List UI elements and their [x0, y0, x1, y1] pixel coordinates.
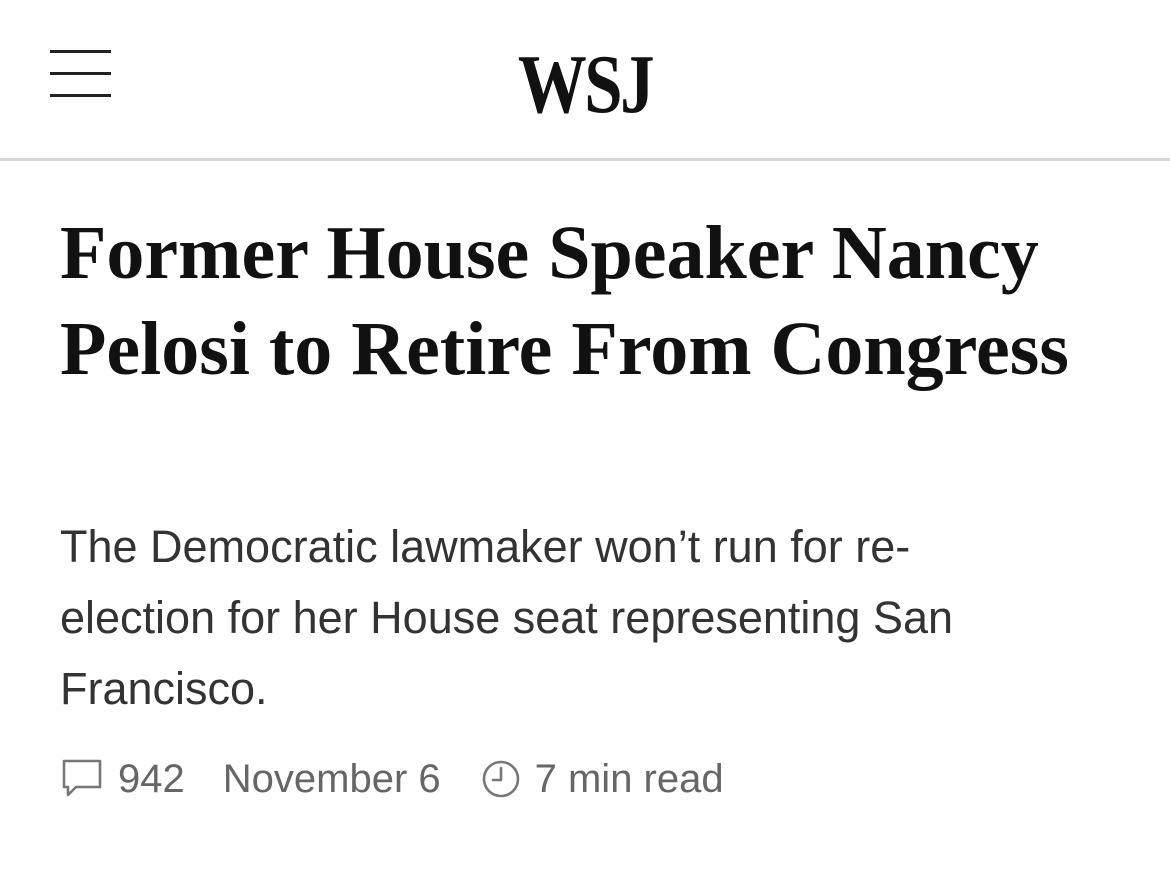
menu-bar-top — [50, 50, 111, 53]
menu-bar-middle — [50, 72, 111, 75]
comment-bubble-icon — [60, 757, 104, 801]
hamburger-menu-icon[interactable] — [50, 48, 112, 102]
comments-button[interactable]: 942 — [60, 757, 185, 802]
site-header: WSJ — [0, 0, 1170, 161]
read-time: 7 min read — [481, 757, 724, 802]
wsj-logo[interactable]: WSJ — [515, 40, 655, 130]
menu-bar-bottom — [50, 94, 111, 97]
article-dek: The Democratic lawmaker won’t run for re… — [60, 521, 954, 714]
publish-date: November 6 — [222, 756, 441, 801]
read-time-label: 7 min read — [534, 756, 724, 801]
article-meta: 942 November 6 7 min read — [60, 752, 724, 806]
comment-count: 942 — [118, 756, 185, 801]
clock-icon — [481, 759, 521, 799]
article-headline[interactable]: Former House Speaker Nancy Pelosi to Ret… — [60, 205, 1120, 397]
